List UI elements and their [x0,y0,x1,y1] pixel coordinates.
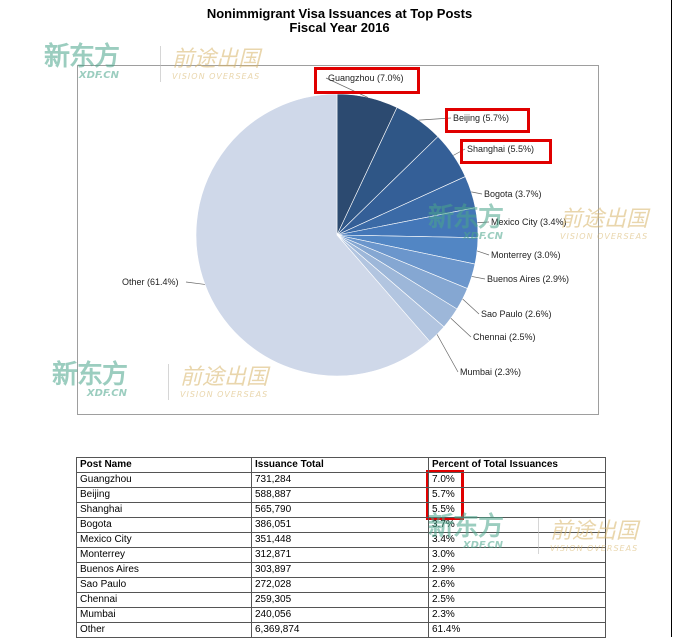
cell-issuance-total: 386,051 [251,517,429,533]
table-row: Mexico City 351,448 3.4% [76,532,606,548]
cell-percent: 2.9% [428,562,606,578]
slice-label: Sao Paulo (2.6%) [481,309,552,319]
cell-issuance-total: 240,056 [251,607,429,623]
table-row: Monterrey 312,871 3.0% [76,547,606,563]
header-percent: Percent of Total Issuances [428,457,606,473]
table-row: Bogota 386,051 3.7% [76,517,606,533]
cell-percent: 2.3% [428,607,606,623]
table-row: Shanghai 565,790 5.5% [76,502,606,518]
cell-post-name: Beijing [76,487,252,503]
cell-percent: 3.4% [428,532,606,548]
slice-label: Monterrey (3.0%) [491,250,561,260]
cell-percent: 2.5% [428,592,606,608]
cell-issuance-total: 259,305 [251,592,429,608]
cell-issuance-total: 588,887 [251,487,429,503]
cell-issuance-total: 303,897 [251,562,429,578]
cell-issuance-total: 565,790 [251,502,429,518]
table-header-row: Post Name Issuance Total Percent of Tota… [76,457,606,473]
leader-line [471,191,483,195]
highlight-beijing [445,108,530,133]
cell-percent: 61.4% [428,622,606,638]
table-row: Beijing 588,887 5.7% [76,487,606,503]
cell-post-name: Shanghai [76,502,252,518]
cell-percent: 7.0% [428,472,606,488]
table-row: Sao Paulo 272,028 2.6% [76,577,606,593]
watermark-divider [160,46,161,82]
cell-post-name: Chennai [76,592,252,608]
cell-issuance-total: 272,028 [251,577,429,593]
cell-post-name: Bogota [76,517,252,533]
cell-issuance-total: 351,448 [251,532,429,548]
cell-issuance-total: 312,871 [251,547,429,563]
leader-line [462,298,480,315]
leader-line [471,276,486,280]
slice-label: Bogota (3.7%) [484,189,542,199]
table-row: Other 6,369,874 61.4% [76,622,606,638]
cell-post-name: Buenos Aires [76,562,252,578]
issuance-table: Post Name Issuance Total Percent of Tota… [76,457,606,638]
cell-issuance-total: 6,369,874 [251,622,429,638]
slice-label: Mumbai (2.3%) [460,367,521,377]
leader-line [450,317,472,338]
cell-issuance-total: 731,284 [251,472,429,488]
cell-percent: 3.7% [428,517,606,533]
watermark-divider [538,518,539,554]
leader-line [436,334,459,373]
slice-label: Chennai (2.5%) [473,332,536,342]
cell-post-name: Sao Paulo [76,577,252,593]
cell-post-name: Mumbai [76,607,252,623]
header-issuance-total: Issuance Total [251,457,429,473]
table-row: Chennai 259,305 2.5% [76,592,606,608]
header-post-name: Post Name [76,457,252,473]
highlight-guangzhou [314,67,420,94]
cell-percent: 2.6% [428,577,606,593]
table-row: Guangzhou 731,284 7.0% [76,472,606,488]
cell-post-name: Other [76,622,252,638]
cell-post-name: Mexico City [76,532,252,548]
slice-label: Other (61.4%) [122,277,179,287]
slice-label: Mexico City (3.4%) [491,217,567,227]
cell-post-name: Guangzhou [76,472,252,488]
slice-label: Buenos Aires (2.9%) [487,274,569,284]
leader-line [477,221,490,223]
cell-post-name: Monterrey [76,547,252,563]
cell-percent: 3.0% [428,547,606,563]
table-row: Buenos Aires 303,897 2.9% [76,562,606,578]
table-row: Mumbai 240,056 2.3% [76,607,606,623]
leader-line [185,281,205,285]
highlight-shanghai [460,139,552,164]
watermark-divider [168,364,169,400]
leader-line [476,250,490,256]
cell-percent: 5.5% [428,502,606,518]
cell-percent: 5.7% [428,487,606,503]
